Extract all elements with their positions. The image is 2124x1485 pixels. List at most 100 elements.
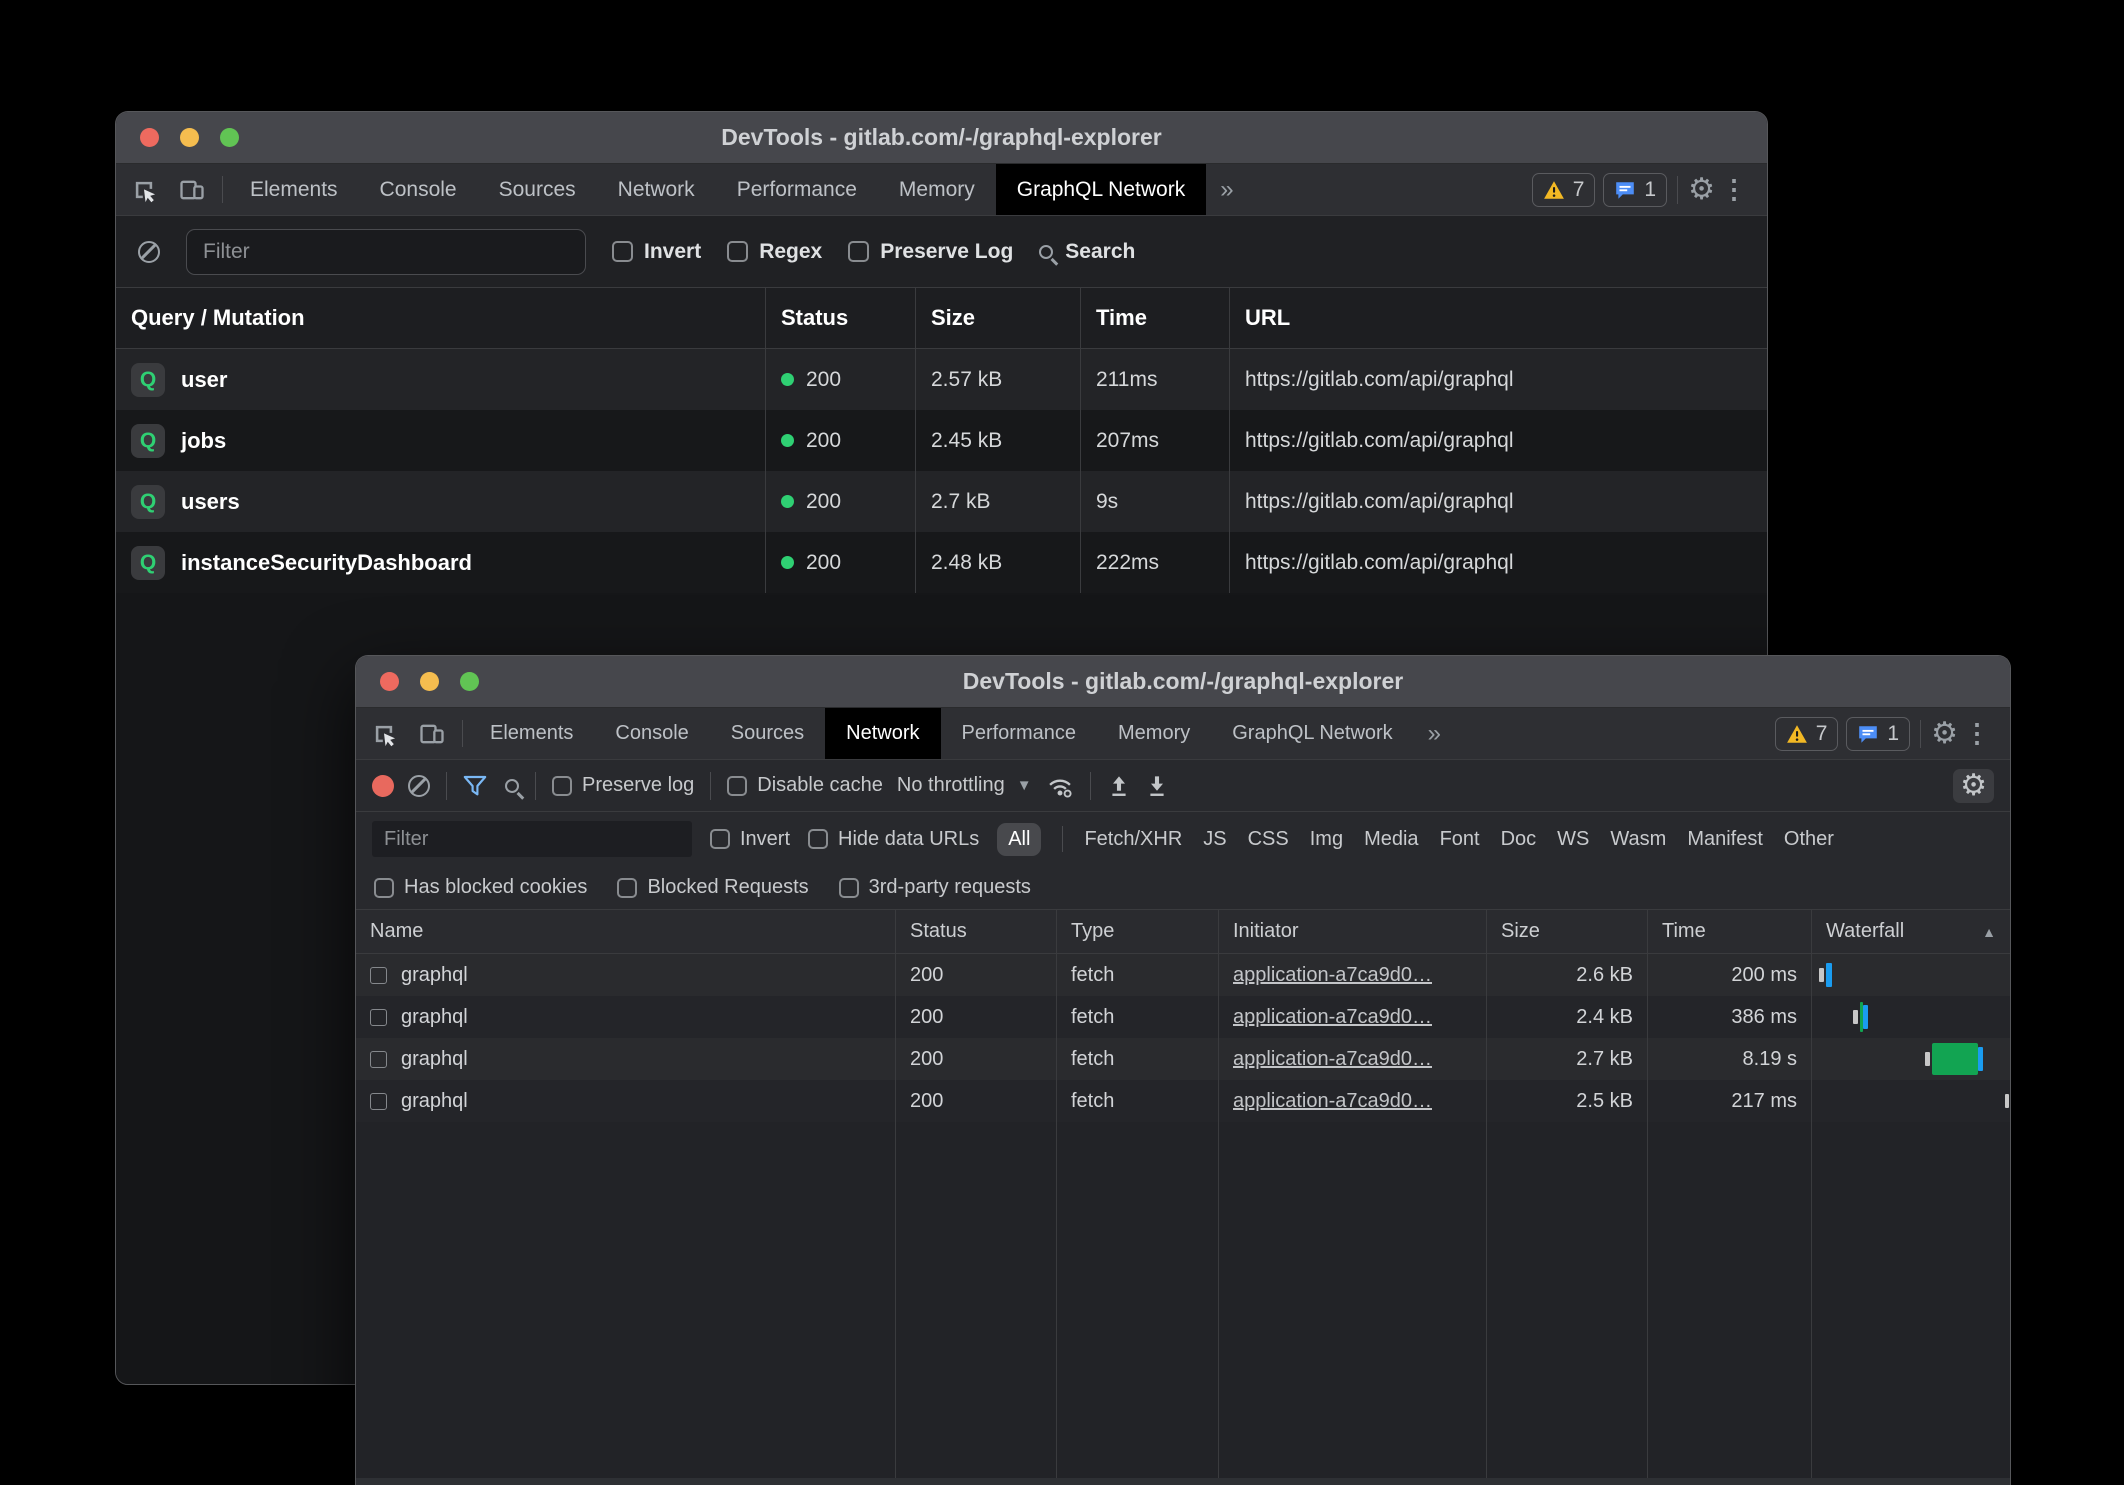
tab-console[interactable]: Console bbox=[594, 708, 709, 759]
hide-data-urls-checkbox[interactable] bbox=[808, 829, 828, 849]
more-tabs-icon[interactable]: » bbox=[1414, 708, 1455, 759]
type-filter-doc[interactable]: Doc bbox=[1501, 828, 1537, 851]
invert-option[interactable]: Invert bbox=[612, 240, 701, 264]
tab-memory[interactable]: Memory bbox=[878, 164, 996, 215]
preserve-log-option[interactable]: Preserve log bbox=[552, 774, 694, 797]
record-network-log-button[interactable] bbox=[372, 775, 394, 797]
table-row[interactable]: Q user 200 2.57 kB 211ms https://gitlab.… bbox=[116, 349, 1767, 410]
has-blocked-cookies-option[interactable]: Has blocked cookies bbox=[374, 876, 587, 899]
type-filter-img[interactable]: Img bbox=[1310, 828, 1343, 851]
warnings-badge[interactable]: 7 bbox=[1775, 717, 1839, 751]
col-time[interactable]: Time bbox=[1648, 910, 1812, 953]
row-checkbox[interactable] bbox=[370, 1051, 387, 1068]
disable-cache-checkbox[interactable] bbox=[727, 776, 747, 796]
col-status[interactable]: Status bbox=[766, 288, 916, 348]
row-checkbox[interactable] bbox=[370, 1093, 387, 1110]
col-waterfall[interactable]: Waterfall ▲ bbox=[1812, 910, 2010, 953]
device-toolbar-icon[interactable] bbox=[408, 708, 456, 759]
filter-funnel-icon[interactable] bbox=[463, 775, 487, 797]
settings-gear-icon[interactable]: ⚙ bbox=[1931, 719, 1958, 749]
inspect-element-icon[interactable] bbox=[356, 708, 408, 759]
col-type[interactable]: Type bbox=[1057, 910, 1219, 953]
graphql-filter-input[interactable] bbox=[186, 229, 586, 275]
type-filter-wasm[interactable]: Wasm bbox=[1610, 828, 1666, 851]
preserve-log-checkbox[interactable] bbox=[848, 241, 869, 262]
inspect-element-icon[interactable] bbox=[116, 164, 168, 215]
blocked-requests-checkbox[interactable] bbox=[617, 878, 637, 898]
tab-network[interactable]: Network bbox=[597, 164, 716, 215]
request-row[interactable]: graphql 200 fetch application-a7ca9d0… 2… bbox=[356, 1038, 2010, 1080]
tab-elements[interactable]: Elements bbox=[229, 164, 359, 215]
warnings-badge[interactable]: 7 bbox=[1532, 173, 1596, 207]
type-filter-other[interactable]: Other bbox=[1784, 828, 1834, 851]
throttling-dropdown[interactable]: No throttling ▼ bbox=[897, 774, 1032, 797]
import-har-icon[interactable] bbox=[1107, 774, 1131, 798]
network-filter-input[interactable] bbox=[372, 821, 692, 857]
request-row[interactable]: graphql 200 fetch application-a7ca9d0… 2… bbox=[356, 1080, 2010, 1122]
kebab-menu-icon[interactable]: ⋮ bbox=[1958, 718, 1996, 749]
clear-network-log-icon[interactable] bbox=[408, 775, 430, 797]
invert-checkbox[interactable] bbox=[710, 829, 730, 849]
col-size[interactable]: Size bbox=[916, 288, 1081, 348]
table-row[interactable]: Q instanceSecurityDashboard 200 2.48 kB … bbox=[116, 532, 1767, 593]
disable-cache-option[interactable]: Disable cache bbox=[727, 774, 883, 797]
initiator-link[interactable]: application-a7ca9d0… bbox=[1233, 1048, 1432, 1071]
request-row[interactable]: graphql 200 fetch application-a7ca9d0… 2… bbox=[356, 954, 2010, 996]
row-checkbox[interactable] bbox=[370, 1009, 387, 1026]
third-party-requests-option[interactable]: 3rd-party requests bbox=[839, 876, 1031, 899]
col-initiator[interactable]: Initiator bbox=[1219, 910, 1487, 953]
type-filter-js[interactable]: JS bbox=[1203, 828, 1226, 851]
request-row[interactable]: graphql 200 fetch application-a7ca9d0… 2… bbox=[356, 996, 2010, 1038]
hide-data-urls-option[interactable]: Hide data URLs bbox=[808, 828, 979, 851]
kebab-menu-icon[interactable]: ⋮ bbox=[1715, 174, 1753, 205]
type-filter-manifest[interactable]: Manifest bbox=[1687, 828, 1763, 851]
settings-gear-icon[interactable]: ⚙ bbox=[1688, 175, 1715, 205]
col-query-mutation[interactable]: Query / Mutation bbox=[116, 288, 766, 348]
tab-performance[interactable]: Performance bbox=[716, 164, 878, 215]
export-har-icon[interactable] bbox=[1145, 774, 1169, 798]
search-control[interactable]: Search bbox=[1039, 240, 1135, 264]
regex-checkbox[interactable] bbox=[727, 241, 748, 262]
preserve-log-checkbox[interactable] bbox=[552, 776, 572, 796]
tab-memory[interactable]: Memory bbox=[1097, 708, 1211, 759]
invert-option[interactable]: Invert bbox=[710, 828, 790, 851]
messages-badge[interactable]: 1 bbox=[1603, 173, 1667, 207]
regex-option[interactable]: Regex bbox=[727, 240, 822, 264]
type-filter-fetch-xhr[interactable]: Fetch/XHR bbox=[1084, 828, 1182, 851]
third-party-requests-checkbox[interactable] bbox=[839, 878, 859, 898]
tab-elements[interactable]: Elements bbox=[469, 708, 594, 759]
tab-graphql-network[interactable]: GraphQL Network bbox=[1211, 708, 1413, 759]
network-settings-gear-icon[interactable]: ⚙ bbox=[1953, 769, 1994, 803]
messages-badge[interactable]: 1 bbox=[1846, 717, 1910, 751]
initiator-link[interactable]: application-a7ca9d0… bbox=[1233, 1090, 1432, 1113]
tab-console[interactable]: Console bbox=[359, 164, 478, 215]
tab-performance[interactable]: Performance bbox=[941, 708, 1098, 759]
col-time[interactable]: Time bbox=[1081, 288, 1230, 348]
tab-sources[interactable]: Sources bbox=[710, 708, 825, 759]
table-row[interactable]: Q jobs 200 2.45 kB 207ms https://gitlab.… bbox=[116, 410, 1767, 471]
tab-network[interactable]: Network bbox=[825, 708, 940, 759]
col-status[interactable]: Status bbox=[896, 910, 1057, 953]
has-blocked-cookies-checkbox[interactable] bbox=[374, 878, 394, 898]
table-row[interactable]: Q users 200 2.7 kB 9s https://gitlab.com… bbox=[116, 471, 1767, 532]
tab-sources[interactable]: Sources bbox=[478, 164, 597, 215]
invert-checkbox[interactable] bbox=[612, 241, 633, 262]
tab-graphql-network[interactable]: GraphQL Network bbox=[996, 164, 1206, 215]
col-name[interactable]: Name bbox=[356, 910, 896, 953]
col-size[interactable]: Size bbox=[1487, 910, 1648, 953]
clear-icon[interactable] bbox=[138, 241, 160, 263]
row-checkbox[interactable] bbox=[370, 967, 387, 984]
device-toolbar-icon[interactable] bbox=[168, 164, 216, 215]
blocked-requests-option[interactable]: Blocked Requests bbox=[617, 876, 808, 899]
more-tabs-icon[interactable]: » bbox=[1206, 164, 1247, 215]
type-filter-font[interactable]: Font bbox=[1440, 828, 1480, 851]
initiator-link[interactable]: application-a7ca9d0… bbox=[1233, 1006, 1432, 1029]
type-filter-ws[interactable]: WS bbox=[1557, 828, 1589, 851]
type-filter-media[interactable]: Media bbox=[1364, 828, 1418, 851]
col-url[interactable]: URL bbox=[1230, 288, 1767, 348]
preserve-log-option[interactable]: Preserve Log bbox=[848, 240, 1013, 264]
search-network-icon[interactable] bbox=[505, 779, 519, 793]
initiator-link[interactable]: application-a7ca9d0… bbox=[1233, 964, 1432, 987]
network-conditions-icon[interactable] bbox=[1046, 774, 1074, 798]
type-filter-all[interactable]: All bbox=[997, 823, 1041, 856]
